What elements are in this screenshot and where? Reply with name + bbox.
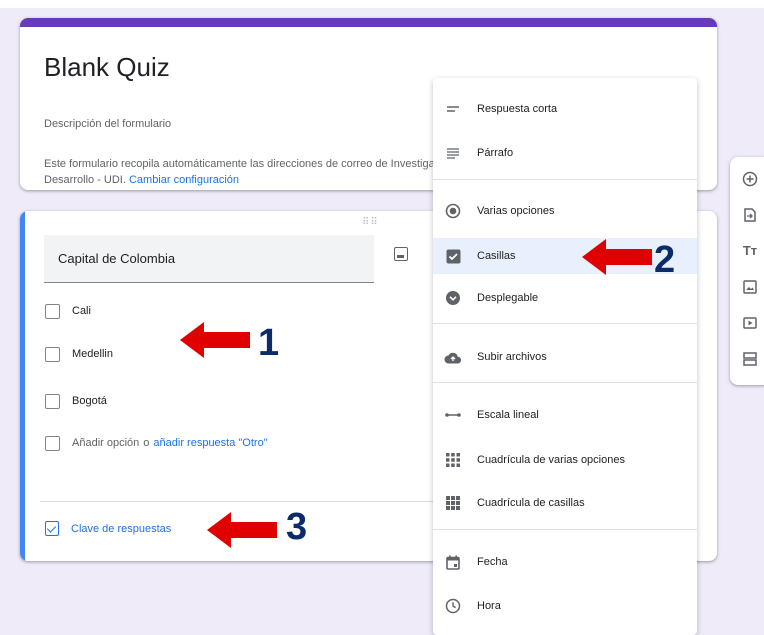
form-description[interactable]: Descripción del formulario bbox=[44, 118, 171, 130]
annotation-number-2: 2 bbox=[654, 239, 676, 281]
option-row[interactable]: Medellin bbox=[45, 344, 113, 364]
menu-item-label: Desplegable bbox=[477, 292, 539, 304]
add-video-icon[interactable] bbox=[742, 315, 758, 331]
annotation-number-1: 1 bbox=[258, 322, 280, 364]
option-label[interactable]: Bogotá bbox=[72, 395, 107, 407]
checkbox-icon bbox=[45, 393, 60, 409]
radio-icon bbox=[443, 203, 463, 219]
checkbox-grid-icon bbox=[443, 495, 463, 511]
answer-key-button[interactable]: Clave de respuestas bbox=[45, 521, 171, 536]
menu-item-multiple-choice-grid[interactable]: Cuadrícula de varias opciones bbox=[433, 443, 697, 477]
menu-item-linear-scale[interactable]: Escala lineal bbox=[433, 398, 697, 432]
add-image-icon[interactable] bbox=[742, 279, 758, 295]
add-other-link[interactable]: añadir respuesta "Otro" bbox=[153, 437, 267, 449]
annotation-arrow-1 bbox=[180, 322, 250, 358]
answer-key-label: Clave de respuestas bbox=[71, 522, 172, 535]
top-strip bbox=[0, 0, 764, 8]
question-title-input[interactable]: Capital de Colombia bbox=[44, 235, 374, 283]
menu-item-label: Hora bbox=[477, 600, 501, 612]
question-type-menu[interactable]: Respuesta corta Párrafo Varias opciones … bbox=[433, 78, 697, 635]
email-collection-notice: Este formulario recopila automáticamente… bbox=[44, 156, 464, 188]
menu-item-multiple-choice[interactable]: Varias opciones bbox=[433, 194, 697, 228]
add-image-icon[interactable] bbox=[394, 247, 408, 261]
checkbox-icon bbox=[443, 249, 463, 264]
menu-item-date[interactable]: Fecha bbox=[433, 545, 697, 579]
menu-item-label: Escala lineal bbox=[477, 409, 539, 421]
menu-item-label: Cuadrícula de casillas bbox=[477, 497, 585, 509]
question-title: Capital de Colombia bbox=[58, 251, 176, 266]
menu-separator bbox=[433, 382, 697, 383]
menu-item-checkbox-grid[interactable]: Cuadrícula de casillas bbox=[433, 486, 697, 520]
annotation-arrow-2 bbox=[582, 239, 652, 275]
menu-item-short-answer[interactable]: Respuesta corta bbox=[433, 92, 697, 126]
clock-icon bbox=[443, 598, 463, 614]
menu-item-file-upload[interactable]: Subir archivos bbox=[433, 340, 697, 374]
menu-separator bbox=[433, 179, 697, 180]
short-answer-icon bbox=[443, 104, 463, 114]
cloud-upload-icon bbox=[443, 351, 463, 364]
add-section-icon[interactable] bbox=[742, 351, 758, 367]
notice-text: Este formulario recopila automáticamente… bbox=[44, 158, 464, 186]
checkbox-icon bbox=[45, 346, 60, 362]
paragraph-icon bbox=[443, 147, 463, 159]
menu-item-label: Respuesta corta bbox=[477, 103, 558, 115]
menu-item-label: Varias opciones bbox=[477, 205, 555, 217]
add-option-row[interactable]: Añadir opción o añadir respuesta "Otro" bbox=[45, 433, 268, 453]
add-option-label[interactable]: Añadir opción bbox=[72, 437, 139, 449]
checkbox-icon bbox=[45, 435, 60, 451]
menu-item-label: Casillas bbox=[477, 250, 516, 262]
menu-item-label: Fecha bbox=[477, 556, 508, 568]
drag-handle-icon[interactable]: ⠿⠿ bbox=[362, 217, 379, 228]
option-label[interactable]: Medellin bbox=[72, 348, 113, 360]
option-row[interactable]: Bogotá bbox=[45, 391, 107, 411]
floating-toolbar: Tт bbox=[730, 157, 764, 385]
menu-item-time[interactable]: Hora bbox=[433, 589, 697, 623]
linear-scale-icon bbox=[443, 412, 463, 418]
header-accent-bar bbox=[20, 18, 717, 27]
active-question-bar bbox=[20, 211, 25, 561]
menu-separator bbox=[433, 323, 697, 324]
grid-icon bbox=[443, 452, 463, 468]
option-label[interactable]: Cali bbox=[72, 305, 91, 317]
import-questions-icon[interactable] bbox=[742, 207, 758, 223]
menu-item-paragraph[interactable]: Párrafo bbox=[433, 136, 697, 170]
menu-item-dropdown[interactable]: Desplegable bbox=[433, 281, 697, 315]
add-other-joiner: o bbox=[143, 437, 150, 449]
add-title-icon[interactable]: Tт bbox=[742, 243, 758, 259]
dropdown-icon bbox=[443, 290, 463, 306]
option-row[interactable]: Cali bbox=[45, 301, 91, 321]
change-settings-link[interactable]: Cambiar configuración bbox=[129, 174, 239, 186]
calendar-icon bbox=[443, 555, 463, 570]
menu-item-label: Párrafo bbox=[477, 147, 514, 159]
annotation-number-3: 3 bbox=[286, 506, 308, 548]
form-title[interactable]: Blank Quiz bbox=[44, 52, 170, 83]
menu-item-label: Subir archivos bbox=[477, 351, 547, 363]
annotation-arrow-3 bbox=[207, 512, 277, 548]
answer-key-icon bbox=[45, 521, 59, 536]
menu-separator bbox=[433, 529, 697, 530]
add-question-icon[interactable] bbox=[742, 171, 758, 187]
menu-item-label: Cuadrícula de varias opciones bbox=[477, 454, 625, 466]
checkbox-icon bbox=[45, 303, 60, 319]
